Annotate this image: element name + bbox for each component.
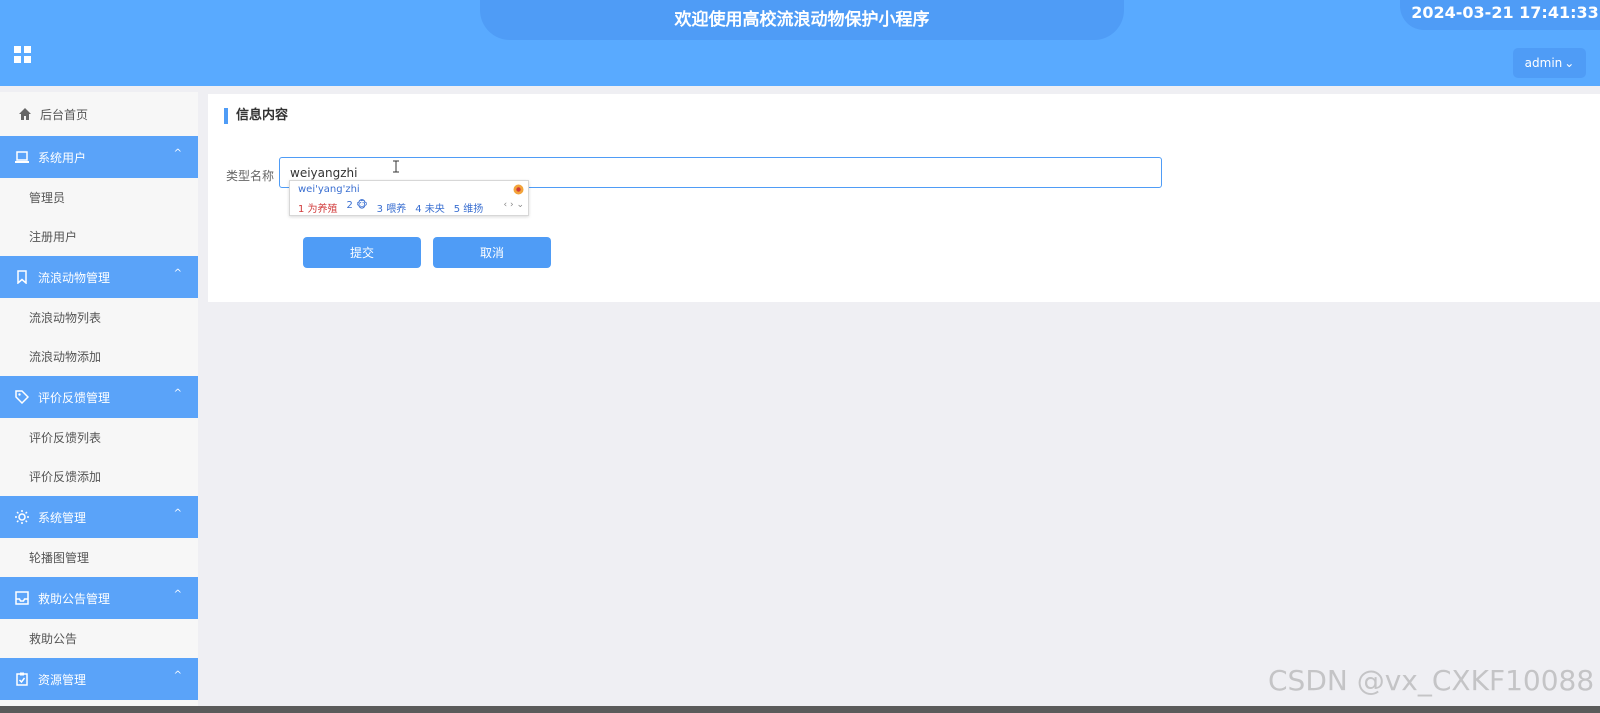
laptop-icon <box>15 150 29 164</box>
form-panel: 信息内容 类型名称 wei'yang'zhi 1 为养殖 2 🐵 3 喂养 4 … <box>208 94 1600 302</box>
home-icon <box>18 107 32 121</box>
inbox-icon <box>15 591 29 605</box>
grid-menu-icon[interactable] <box>14 46 31 63</box>
sidebar-group-users[interactable]: 系统用户 ^ <box>0 136 198 178</box>
chevron-up-icon: ^ <box>173 589 182 600</box>
sidebar-group-system[interactable]: 系统管理 ^ <box>0 496 198 538</box>
sidebar-item-home[interactable]: 后台首页 <box>0 92 198 136</box>
user-name: admin <box>1524 56 1563 70</box>
section-title: 信息内容 <box>224 108 288 124</box>
sidebar-group-resources[interactable]: 资源管理 ^ <box>0 658 198 700</box>
ime-pinyin: wei'yang'zhi <box>298 184 360 195</box>
tag-icon <box>15 390 29 404</box>
sidebar-item-carousel[interactable]: 轮播图管理 <box>0 538 198 577</box>
user-menu-button[interactable]: admin ⌄ <box>1513 48 1586 78</box>
gear-icon <box>15 510 29 524</box>
sidebar-item-animal-add[interactable]: 流浪动物添加 <box>0 337 198 376</box>
sidebar-item-admin[interactable]: 管理员 <box>0 178 198 217</box>
chevron-up-icon: ^ <box>173 268 182 279</box>
chevron-up-icon: ^ <box>173 148 182 159</box>
ime-candidate[interactable]: 4 未央 <box>415 200 445 215</box>
text-cursor-icon <box>392 160 400 173</box>
ime-candidate[interactable]: 3 喂养 <box>377 200 407 215</box>
sidebar-item-feedback-add[interactable]: 评价反馈添加 <box>0 457 198 496</box>
sidebar-group-animals[interactable]: 流浪动物管理 ^ <box>0 256 198 298</box>
ime-candidate-popup: wei'yang'zhi 1 为养殖 2 🐵 3 喂养 4 未央 5 维扬 ‹ … <box>289 180 529 216</box>
sidebar-item-registered-users[interactable]: 注册用户 <box>0 217 198 256</box>
top-header: 欢迎使用高校流浪动物保护小程序 2024-03-21 17:41:33 admi… <box>0 0 1600 86</box>
sidebar-item-label: 后台首页 <box>40 107 89 122</box>
sidebar-group-notices[interactable]: 救助公告管理 ^ <box>0 577 198 619</box>
sidebar-group-feedback[interactable]: 评价反馈管理 ^ <box>0 376 198 418</box>
ime-page-nav[interactable]: ‹ › ⌄ <box>504 200 524 210</box>
ime-logo-icon <box>513 184 524 195</box>
submit-button[interactable]: 提交 <box>303 237 421 268</box>
chevron-up-icon: ^ <box>173 388 182 399</box>
sidebar-group-label: 流浪动物管理 <box>38 270 111 285</box>
cancel-button[interactable]: 取消 <box>433 237 551 268</box>
ime-candidate[interactable]: 1 为养殖 <box>298 200 338 215</box>
watermark: CSDN @vx_CXKF10088 <box>1268 664 1595 697</box>
sidebar-group-label: 评价反馈管理 <box>38 390 111 405</box>
app-title: 欢迎使用高校流浪动物保护小程序 <box>480 0 1124 40</box>
bottom-scrollbar <box>0 706 1600 713</box>
chevron-up-icon: ^ <box>173 670 182 681</box>
sidebar-group-label: 资源管理 <box>38 672 87 687</box>
sidebar-item-rescue-notice[interactable]: 救助公告 <box>0 619 198 658</box>
clipboard-icon <box>15 672 29 686</box>
sidebar-group-label: 系统管理 <box>38 510 87 525</box>
sidebar-group-label: 救助公告管理 <box>38 591 111 606</box>
sidebar-item-feedback-list[interactable]: 评价反馈列表 <box>0 418 198 457</box>
chevron-down-icon: ⌄ <box>1564 56 1575 70</box>
ime-candidate[interactable]: 5 维扬 <box>454 200 484 215</box>
ime-candidate[interactable]: 2 🐵 <box>347 200 368 215</box>
sidebar-group-label: 系统用户 <box>38 150 87 165</box>
datetime-display: 2024-03-21 17:41:33 <box>1400 0 1600 30</box>
type-name-label: 类型名称 <box>226 169 275 183</box>
ime-candidates: 1 为养殖 2 🐵 3 喂养 4 未央 5 维扬 <box>298 200 483 215</box>
sidebar: 后台首页 系统用户 ^ 管理员 注册用户 流浪动物管理 ^ 流浪动物列表 流浪动… <box>0 92 198 713</box>
chevron-up-icon: ^ <box>173 508 182 519</box>
sidebar-item-animal-list[interactable]: 流浪动物列表 <box>0 298 198 337</box>
bookmark-icon <box>15 270 29 284</box>
